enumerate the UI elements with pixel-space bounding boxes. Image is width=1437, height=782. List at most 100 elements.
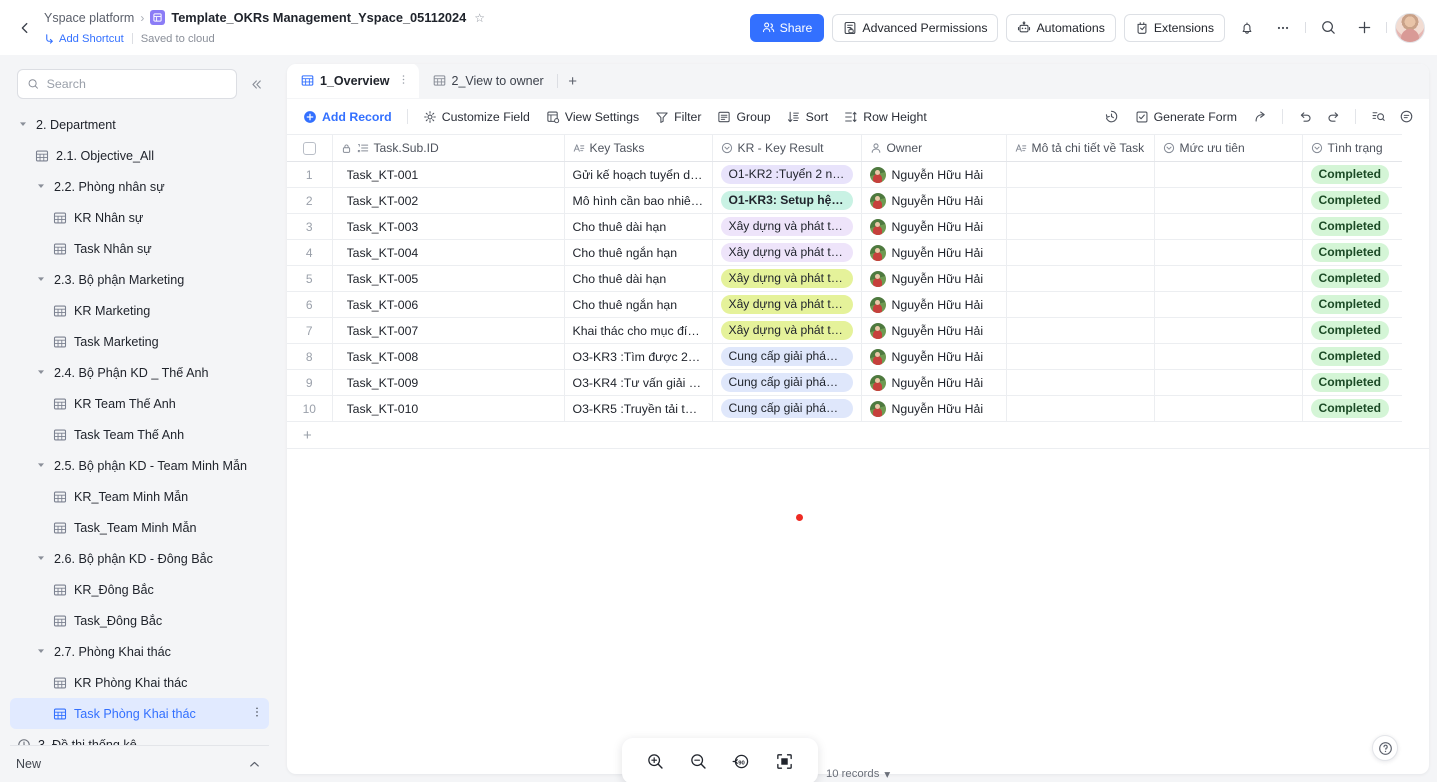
cell-kr-key-result[interactable]: Xây dựng và phát tri... bbox=[712, 317, 862, 344]
expand-caret-icon[interactable] bbox=[34, 368, 47, 378]
cell-key-tasks[interactable]: Cho thuê ngắn hạn bbox=[564, 239, 713, 266]
sidebar-item-10[interactable]: Task Team Thế Anh bbox=[10, 419, 269, 450]
cell-task-description[interactable] bbox=[1006, 291, 1155, 318]
cell-task-sub-id[interactable]: Task_KT-006 bbox=[332, 291, 565, 318]
record-count-selector[interactable]: 10 records ▾ bbox=[826, 768, 890, 781]
row-select-cell[interactable]: 9 bbox=[287, 369, 333, 396]
expand-caret-icon[interactable] bbox=[34, 182, 47, 192]
cell-task-description[interactable] bbox=[1006, 213, 1155, 240]
view-tab-0[interactable]: 1_Overview bbox=[287, 64, 419, 98]
cell-priority[interactable] bbox=[1154, 187, 1303, 214]
sidebar-item-9[interactable]: KR Team Thế Anh bbox=[10, 388, 269, 419]
column-header-status[interactable]: Tình trạng bbox=[1302, 134, 1402, 162]
cell-kr-key-result[interactable]: O1-KR3: Setup hệ th... bbox=[712, 187, 862, 214]
cell-task-sub-id[interactable]: Task_KT-005 bbox=[332, 265, 565, 292]
cell-priority[interactable] bbox=[1154, 343, 1303, 370]
filter-button[interactable]: Filter bbox=[647, 104, 709, 129]
cell-owner[interactable]: Nguyễn Hữu Hải bbox=[861, 265, 1007, 292]
column-header-task-description[interactable]: Mô tả chi tiết về Task bbox=[1006, 134, 1155, 162]
notifications-button[interactable] bbox=[1233, 14, 1261, 42]
more-options-button[interactable] bbox=[1269, 14, 1297, 42]
cell-key-tasks[interactable]: O3-KR5 :Truyền tải thô... bbox=[564, 395, 713, 422]
cell-kr-key-result[interactable]: Xây dựng và phát tri... bbox=[712, 213, 862, 240]
select-all-checkbox[interactable] bbox=[302, 141, 316, 155]
cell-key-tasks[interactable]: Cho thuê dài hạn bbox=[564, 265, 713, 292]
cell-status[interactable]: Completed bbox=[1302, 291, 1402, 318]
undo-button[interactable] bbox=[1292, 104, 1318, 129]
cell-status[interactable]: Completed bbox=[1302, 317, 1402, 344]
sidebar-item-6[interactable]: KR Marketing bbox=[10, 295, 269, 326]
cell-owner[interactable]: Nguyễn Hữu Hải bbox=[861, 395, 1007, 422]
item-more-button[interactable] bbox=[251, 706, 263, 721]
view-tab-menu-button[interactable] bbox=[396, 74, 409, 88]
view-settings-button[interactable]: View Settings bbox=[538, 104, 647, 129]
search-records-button[interactable] bbox=[1365, 104, 1391, 129]
cell-owner[interactable]: Nguyễn Hữu Hải bbox=[861, 213, 1007, 240]
expand-caret-icon[interactable] bbox=[34, 647, 47, 657]
column-header-kr-key-result[interactable]: KR - Key Result bbox=[712, 134, 862, 162]
search-box[interactable] bbox=[17, 69, 237, 99]
cell-key-tasks[interactable]: Gửi kế hoạch tuyển dụ... bbox=[564, 161, 713, 188]
cell-priority[interactable] bbox=[1154, 395, 1303, 422]
row-select-cell[interactable]: 1 bbox=[287, 161, 333, 188]
cell-priority[interactable] bbox=[1154, 265, 1303, 292]
cell-status[interactable]: Completed bbox=[1302, 187, 1402, 214]
row-height-button[interactable]: Row Height bbox=[836, 104, 935, 129]
cell-task-description[interactable] bbox=[1006, 343, 1155, 370]
share-view-button[interactable] bbox=[1247, 104, 1273, 129]
cell-task-description[interactable] bbox=[1006, 369, 1155, 396]
cell-task-sub-id[interactable]: Task_KT-003 bbox=[332, 213, 565, 240]
cell-task-description[interactable] bbox=[1006, 395, 1155, 422]
cell-status[interactable]: Completed bbox=[1302, 343, 1402, 370]
page-title[interactable]: Template_OKRs Management_Yspace_05112024 bbox=[171, 10, 466, 25]
new-button[interactable]: New bbox=[10, 746, 269, 782]
star-icon[interactable]: ☆ bbox=[474, 12, 485, 24]
cell-priority[interactable] bbox=[1154, 239, 1303, 266]
cell-owner[interactable]: Nguyễn Hữu Hải bbox=[861, 343, 1007, 370]
cell-status[interactable]: Completed bbox=[1302, 161, 1402, 188]
table-row[interactable]: 2 Task_KT-002 Mô hình cần bao nhiêu ... … bbox=[287, 187, 1402, 214]
cell-owner[interactable]: Nguyễn Hữu Hải bbox=[861, 317, 1007, 344]
cell-key-tasks[interactable]: Mô hình cần bao nhiêu ... bbox=[564, 187, 713, 214]
add-view-button[interactable]: + bbox=[561, 69, 585, 93]
table-row[interactable]: 6 Task_KT-006 Cho thuê ngắn hạn Xây dựng… bbox=[287, 291, 1402, 318]
chevron-up-icon[interactable] bbox=[248, 758, 261, 771]
comments-button[interactable] bbox=[1393, 104, 1419, 129]
sidebar-item-19[interactable]: Task Phòng Khai thác bbox=[10, 698, 269, 729]
avatar[interactable] bbox=[1395, 12, 1425, 43]
cell-priority[interactable] bbox=[1154, 369, 1303, 396]
cell-task-sub-id[interactable]: Task_KT-008 bbox=[332, 343, 565, 370]
column-header-select[interactable] bbox=[287, 134, 333, 162]
cell-task-sub-id[interactable]: Task_KT-010 bbox=[332, 395, 565, 422]
sidebar-item-8[interactable]: 2.4. Bộ Phận KD _ Thế Anh bbox=[10, 357, 269, 388]
cell-priority[interactable] bbox=[1154, 161, 1303, 188]
cell-kr-key-result[interactable]: Xây dựng và phát tri... bbox=[712, 265, 862, 292]
cell-kr-key-result[interactable]: Cung cấp giải pháp ... bbox=[712, 395, 862, 422]
row-select-cell[interactable]: 4 bbox=[287, 239, 333, 266]
automations-button[interactable]: Automations bbox=[1006, 13, 1116, 42]
cell-owner[interactable]: Nguyễn Hữu Hải bbox=[861, 239, 1007, 266]
sidebar-item-12[interactable]: KR_Team Minh Mẫn bbox=[10, 481, 269, 512]
add-row-button[interactable]: + bbox=[287, 422, 1429, 449]
sidebar-item-1[interactable]: 2.1. Objective_All bbox=[10, 140, 269, 171]
expand-caret-icon[interactable] bbox=[34, 275, 47, 285]
column-header-task-sub-id[interactable]: Task.Sub.ID bbox=[332, 134, 565, 162]
sidebar-item-14[interactable]: 2.6. Bộ phận KD - Đông Bắc bbox=[10, 543, 269, 574]
cell-priority[interactable] bbox=[1154, 213, 1303, 240]
sidebar-item-3[interactable]: KR Nhân sự bbox=[10, 202, 269, 233]
cell-status[interactable]: Completed bbox=[1302, 395, 1402, 422]
sidebar-item-2[interactable]: 2.2. Phòng nhân sự bbox=[10, 171, 269, 202]
table-row[interactable]: 8 Task_KT-008 O3-KR3 :Tìm được 200... Cu… bbox=[287, 343, 1402, 370]
breadcrumb-root[interactable]: Yspace platform bbox=[44, 11, 134, 25]
cell-task-sub-id[interactable]: Task_KT-007 bbox=[332, 317, 565, 344]
cell-owner[interactable]: Nguyễn Hữu Hải bbox=[861, 291, 1007, 318]
cell-key-tasks[interactable]: O3-KR3 :Tìm được 200... bbox=[564, 343, 713, 370]
table-row[interactable]: 3 Task_KT-003 Cho thuê dài hạn Xây dựng … bbox=[287, 213, 1402, 240]
cell-key-tasks[interactable]: Khai thác cho mục đích... bbox=[564, 317, 713, 344]
group-button[interactable]: Group bbox=[709, 104, 778, 129]
cell-owner[interactable]: Nguyễn Hữu Hải bbox=[861, 161, 1007, 188]
row-select-cell[interactable]: 10 bbox=[287, 395, 333, 422]
cell-kr-key-result[interactable]: Cung cấp giải pháp ... bbox=[712, 369, 862, 396]
cell-priority[interactable] bbox=[1154, 317, 1303, 344]
cell-kr-key-result[interactable]: Xây dựng và phát tri... bbox=[712, 239, 862, 266]
